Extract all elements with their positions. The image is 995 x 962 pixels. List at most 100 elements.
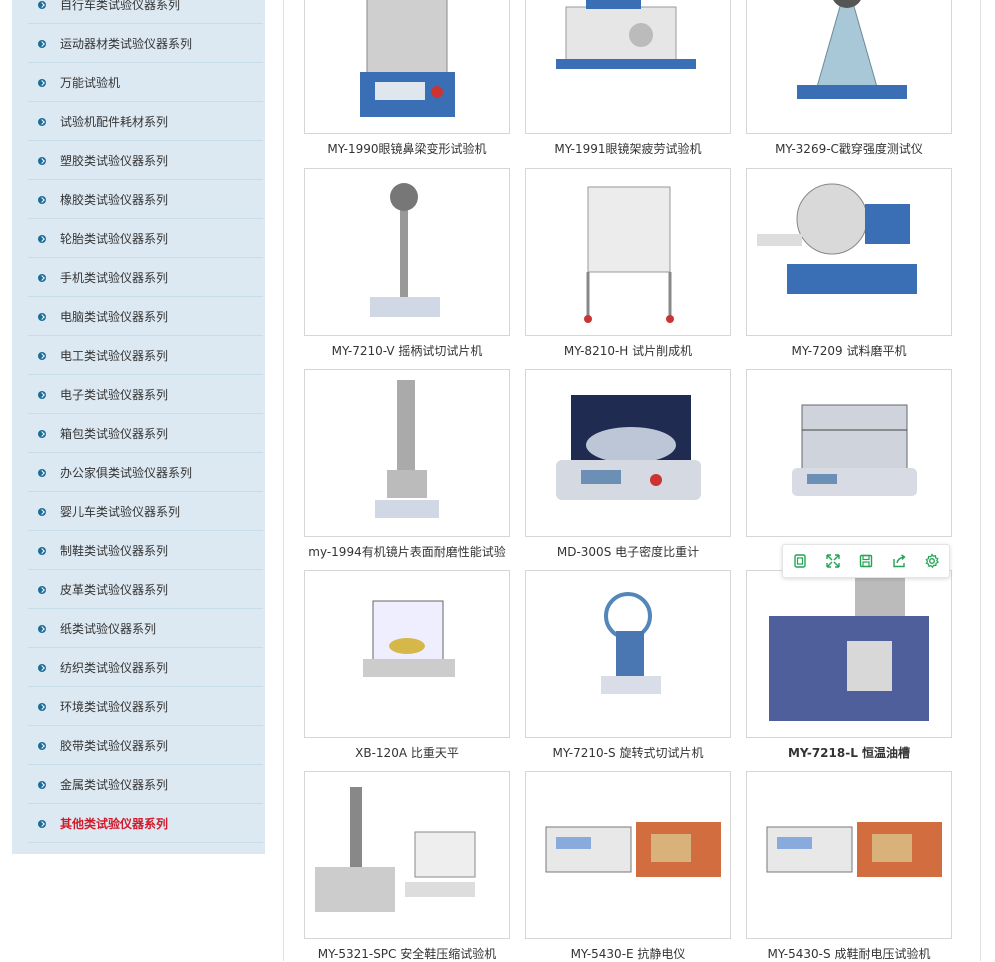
product-caption[interactable]: MD-300S 电子密度比重计 <box>525 544 731 560</box>
sidebar-item-label: 皮革类试验仪器系列 <box>60 583 169 597</box>
product-image[interactable] <box>304 0 510 134</box>
chevron-right-icon <box>38 663 46 672</box>
product-caption[interactable]: MY-3269-C戳穿强度测试仪 <box>746 141 952 157</box>
chevron-right-icon <box>38 312 46 321</box>
sidebar-item[interactable]: 环境类试验仪器系列 <box>28 688 263 726</box>
chevron-right-icon <box>38 195 46 204</box>
save-icon[interactable] <box>855 550 877 572</box>
sidebar-item[interactable]: 婴儿车类试验仪器系列 <box>28 493 263 531</box>
sidebar-item[interactable]: 纺织类试验仪器系列 <box>28 649 263 687</box>
product-image[interactable] <box>304 570 510 738</box>
chevron-right-icon <box>38 0 46 9</box>
product-card[interactable]: MY-5430-S 成鞋耐电压试验机 <box>746 771 952 962</box>
sidebar-item[interactable]: 运动器材类试验仪器系列 <box>28 25 263 63</box>
sidebar-item-label: 纸类试验仪器系列 <box>60 622 157 636</box>
sidebar-item[interactable]: 电工类试验仪器系列 <box>28 337 263 375</box>
sidebar-item[interactable]: 手机类试验仪器系列 <box>28 259 263 297</box>
product-caption[interactable]: MY-1991眼镜架疲劳试验机 <box>525 141 731 157</box>
product-photo-drawing <box>747 0 951 133</box>
product-image[interactable] <box>525 369 731 537</box>
sidebar-item-label: 金属类试验仪器系列 <box>60 778 169 792</box>
product-image[interactable] <box>525 570 731 738</box>
image-toolbar <box>782 544 950 578</box>
sidebar-item-label: 万能试验机 <box>60 76 121 90</box>
product-caption[interactable]: MY-8210-H 试片削成机 <box>525 343 731 359</box>
product-card[interactable]: MY-5430-E 抗静电仪 <box>525 771 731 962</box>
sidebar-item-label: 婴儿车类试验仪器系列 <box>60 505 181 519</box>
product-card[interactable]: M <box>746 369 952 560</box>
sidebar-item-label: 电子类试验仪器系列 <box>60 388 169 402</box>
product-caption[interactable]: MY-1990眼镜鼻梁变形试验机 <box>304 141 510 157</box>
product-card[interactable]: my-1994有机镜片表面耐磨性能试验 <box>304 369 510 560</box>
product-image[interactable] <box>525 0 731 134</box>
product-caption[interactable]: my-1994有机镜片表面耐磨性能试验 <box>304 544 510 560</box>
sidebar-item-label: 橡胶类试验仪器系列 <box>60 193 169 207</box>
sidebar-item[interactable]: 箱包类试验仪器系列 <box>28 415 263 453</box>
share-icon[interactable] <box>888 550 910 572</box>
product-card[interactable]: MY-1991眼镜架疲劳试验机 <box>525 0 731 157</box>
chevron-right-icon <box>38 702 46 711</box>
product-card[interactable]: MY-7210-V 摇柄试切试片机 <box>304 168 510 359</box>
product-caption[interactable]: MY-7210-S 旋转式切试片机 <box>525 745 731 761</box>
sidebar-item[interactable]: 纸类试验仪器系列 <box>28 610 263 648</box>
sidebar-item[interactable]: 电脑类试验仪器系列 <box>28 298 263 336</box>
sidebar-item[interactable]: 试验机配件耗材系列 <box>28 103 263 141</box>
sidebar-item-label: 环境类试验仪器系列 <box>60 700 169 714</box>
product-image[interactable] <box>304 168 510 336</box>
product-image[interactable] <box>746 771 952 939</box>
product-card[interactable]: MY-3269-C戳穿强度测试仪 <box>746 0 952 157</box>
sidebar-item[interactable]: 其他类试验仪器系列 <box>28 805 263 843</box>
sidebar-item-label: 电工类试验仪器系列 <box>60 349 169 363</box>
product-card[interactable]: MY-8210-H 试片削成机 <box>525 168 731 359</box>
product-image[interactable] <box>304 771 510 939</box>
sidebar-item[interactable]: 制鞋类试验仪器系列 <box>28 532 263 570</box>
settings-icon[interactable] <box>921 550 943 572</box>
sidebar-item-label: 电脑类试验仪器系列 <box>60 310 169 324</box>
sidebar-item[interactable]: 皮革类试验仪器系列 <box>28 571 263 609</box>
product-card[interactable]: MY-7218-L 恒温油槽 <box>746 570 952 761</box>
product-card[interactable]: MY-7209 试料磨平机 <box>746 168 952 359</box>
chevron-right-icon <box>38 780 46 789</box>
product-card[interactable]: MY-5321-SPC 安全鞋压缩试验机 <box>304 771 510 962</box>
chevron-right-icon <box>38 819 46 828</box>
product-card[interactable]: MD-300S 电子密度比重计 <box>525 369 731 560</box>
sidebar-item[interactable]: 自行车类试验仪器系列 <box>28 0 263 24</box>
product-photo-drawing <box>747 772 951 938</box>
product-image[interactable] <box>525 771 731 939</box>
sidebar-item[interactable]: 轮胎类试验仪器系列 <box>28 220 263 258</box>
sidebar-item[interactable]: 万能试验机 <box>28 64 263 102</box>
product-photo-drawing <box>747 169 951 335</box>
chevron-right-icon <box>38 273 46 282</box>
sidebar-item[interactable]: 办公家俱类试验仪器系列 <box>28 454 263 492</box>
product-image[interactable] <box>525 168 731 336</box>
product-image[interactable] <box>746 168 952 336</box>
expand-icon[interactable] <box>822 550 844 572</box>
sidebar-item-label: 运动器材类试验仪器系列 <box>60 37 193 51</box>
product-caption[interactable]: MY-5430-E 抗静电仪 <box>525 946 731 962</box>
sidebar-item-label: 其他类试验仪器系列 <box>60 817 169 831</box>
product-card[interactable]: MY-7210-S 旋转式切试片机 <box>525 570 731 761</box>
product-photo-drawing <box>747 370 951 536</box>
product-caption[interactable]: XB-120A 比重天平 <box>304 745 510 761</box>
sidebar-item[interactable]: 塑胶类试验仪器系列 <box>28 142 263 180</box>
product-card[interactable]: XB-120A 比重天平 <box>304 570 510 761</box>
product-caption[interactable]: MY-7210-V 摇柄试切试片机 <box>304 343 510 359</box>
product-image[interactable] <box>746 570 952 738</box>
product-caption[interactable]: MY-5430-S 成鞋耐电压试验机 <box>746 946 952 962</box>
product-card[interactable]: MY-1990眼镜鼻梁变形试验机 <box>304 0 510 157</box>
sidebar-item[interactable]: 金属类试验仪器系列 <box>28 766 263 804</box>
product-image[interactable] <box>304 369 510 537</box>
product-photo-drawing <box>305 772 509 938</box>
chevron-right-icon <box>38 468 46 477</box>
sidebar-item[interactable]: 电子类试验仪器系列 <box>28 376 263 414</box>
product-image[interactable] <box>746 369 952 537</box>
sidebar-item[interactable]: 橡胶类试验仪器系列 <box>28 181 263 219</box>
sidebar-item[interactable]: 胶带类试验仪器系列 <box>28 727 263 765</box>
chevron-right-icon <box>38 507 46 516</box>
product-image[interactable] <box>746 0 952 134</box>
product-caption[interactable]: MY-7218-L 恒温油槽 <box>746 745 952 761</box>
sidebar-item-label: 制鞋类试验仪器系列 <box>60 544 169 558</box>
copy-icon[interactable] <box>789 550 811 572</box>
product-caption[interactable]: MY-5321-SPC 安全鞋压缩试验机 <box>304 946 510 962</box>
product-caption[interactable]: MY-7209 试料磨平机 <box>746 343 952 359</box>
